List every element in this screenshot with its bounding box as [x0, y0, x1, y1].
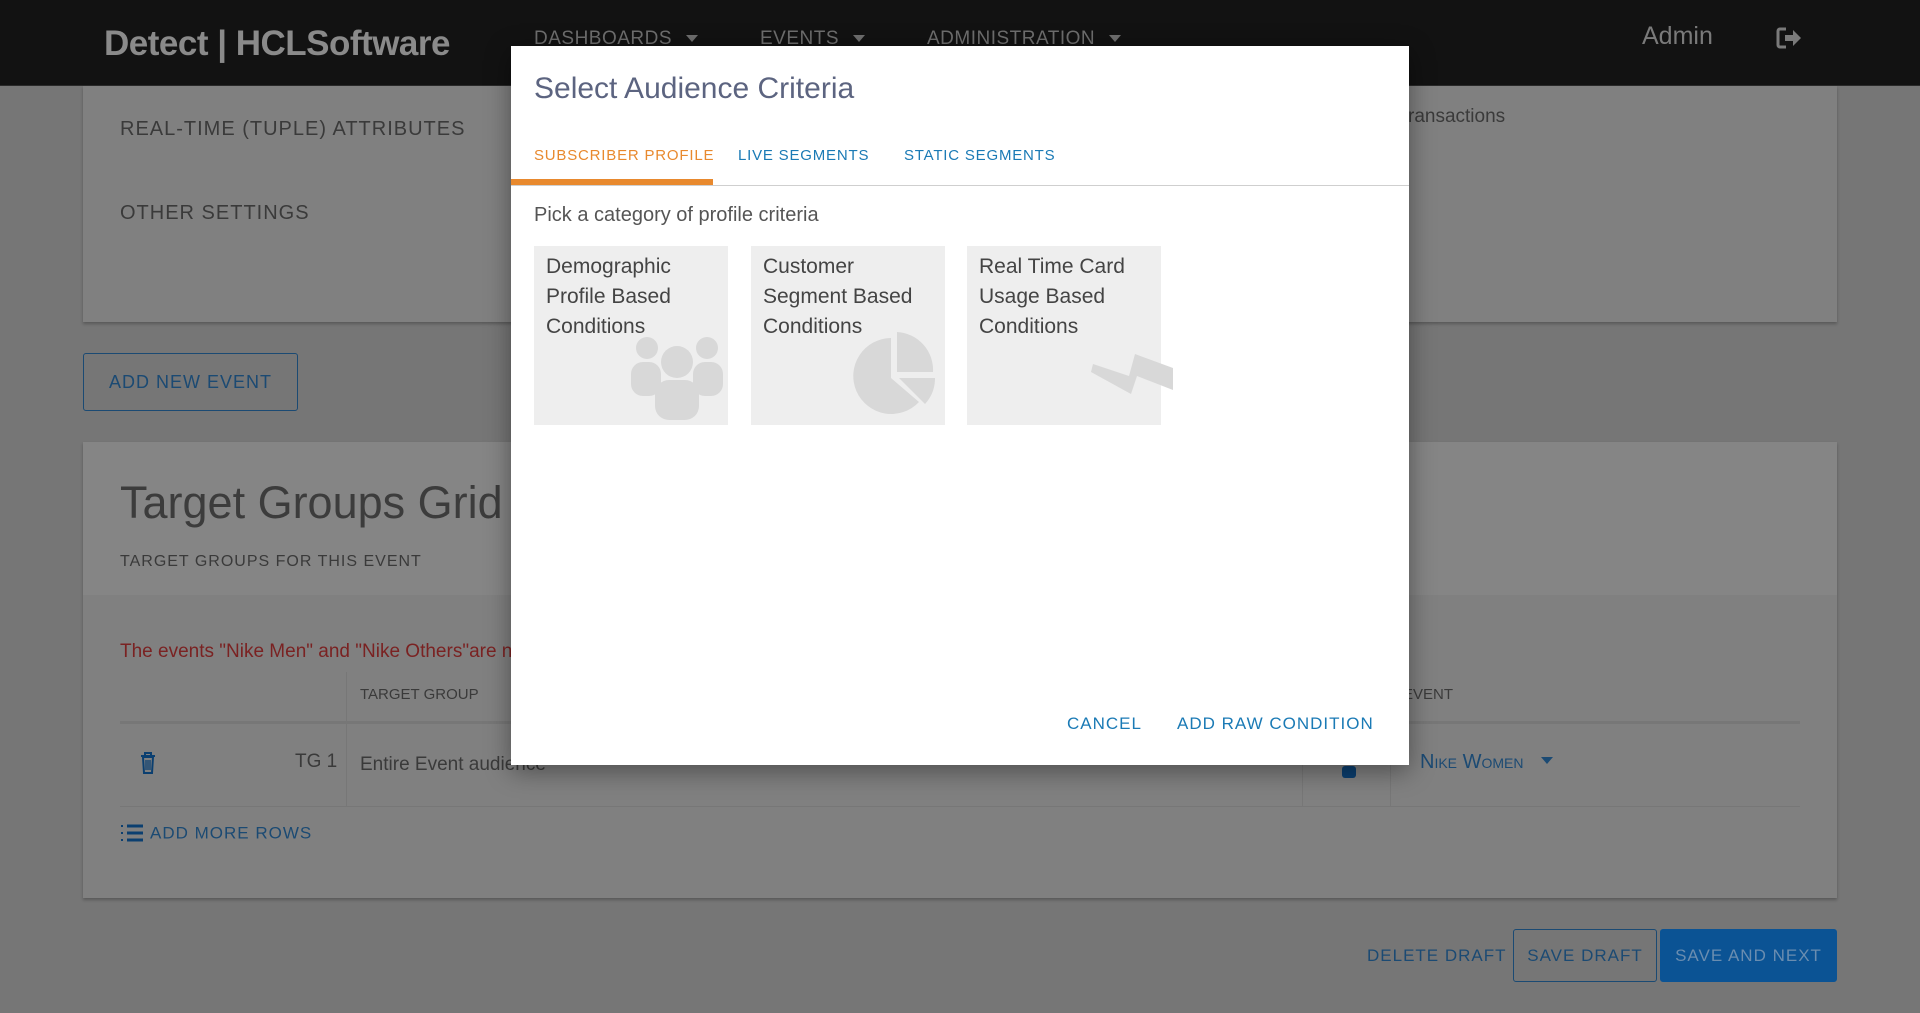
tabs-divider: [511, 185, 1409, 186]
tile-label: Customer Segment Based Conditions: [763, 255, 913, 338]
caret-down-icon: [1541, 757, 1554, 764]
dialog-title: Select Audience Criteria: [534, 72, 855, 105]
select-audience-criteria-dialog: Select Audience Criteria SUBSCRIBER PROF…: [511, 46, 1409, 765]
add-raw-condition-button[interactable]: ADD RAW CONDITION: [1177, 714, 1374, 734]
delete-draft-button[interactable]: DELETE DRAFT: [1367, 946, 1507, 966]
col-header-target-group: TARGET GROUP: [360, 686, 479, 703]
grid-title: Target Groups Grid: [120, 477, 503, 528]
category-prompt: Pick a category of profile criteria: [534, 204, 819, 226]
lightning-icon: [1091, 354, 1173, 394]
col-divider: [346, 672, 347, 806]
tile-label: Real Time Card Usage Based Conditions: [979, 255, 1125, 338]
tile-demographic-profile[interactable]: Demographic Profile Based Conditions: [534, 246, 728, 425]
event-dropdown-value: Nike Women: [1420, 751, 1524, 773]
transactions-text: ransactions: [1408, 106, 1506, 127]
user-menu[interactable]: Admin: [1642, 22, 1713, 51]
app-logo[interactable]: Detect | HCLSoftware: [104, 24, 450, 64]
trash-icon[interactable]: [140, 752, 156, 774]
col-header-event: EVENT: [1403, 686, 1454, 703]
row-id: TG 1: [295, 751, 338, 772]
grid-subtitle: TARGET GROUPS FOR THIS EVENT: [120, 553, 422, 570]
section-other-settings[interactable]: OTHER SETTINGS: [120, 202, 310, 225]
sign-out-icon[interactable]: [1776, 27, 1802, 49]
tile-customer-segment[interactable]: Customer Segment Based Conditions: [751, 246, 945, 425]
tab-static-segments[interactable]: STATIC SEGMENTS: [904, 147, 1055, 164]
tile-realtime-card-usage[interactable]: Real Time Card Usage Based Conditions: [967, 246, 1173, 425]
tab-live-segments[interactable]: LIVE SEGMENTS: [738, 147, 869, 164]
active-tab-indicator: [511, 179, 713, 185]
cancel-button[interactable]: CANCEL: [1067, 714, 1142, 734]
add-more-rows-label: ADD MORE ROWS: [150, 823, 313, 843]
add-more-rows-button[interactable]: ADD MORE ROWS: [120, 823, 312, 845]
row-divider: [120, 806, 1800, 807]
section-realtime-attributes[interactable]: REAL-TIME (TUPLE) ATTRIBUTES: [120, 118, 465, 141]
add-new-event-button[interactable]: ADD NEW EVENT: [83, 353, 298, 411]
pie-chart-icon: [853, 332, 935, 414]
tile-label: Demographic Profile Based Conditions: [546, 255, 671, 338]
save-draft-button[interactable]: SAVE DRAFT: [1513, 929, 1657, 982]
error-message: The events "Nike Men" and "Nike Others"a…: [120, 641, 523, 662]
caret-down-icon: [686, 35, 699, 43]
event-dropdown[interactable]: Nike Women: [1420, 751, 1554, 774]
tab-subscriber-profile[interactable]: SUBSCRIBER PROFILE: [534, 147, 714, 164]
users-icon: [631, 337, 723, 420]
save-and-next-button[interactable]: SAVE AND NEXT: [1660, 929, 1837, 982]
caret-down-icon: [853, 35, 866, 43]
caret-down-icon: [1109, 35, 1122, 43]
list-icon: [121, 824, 143, 842]
